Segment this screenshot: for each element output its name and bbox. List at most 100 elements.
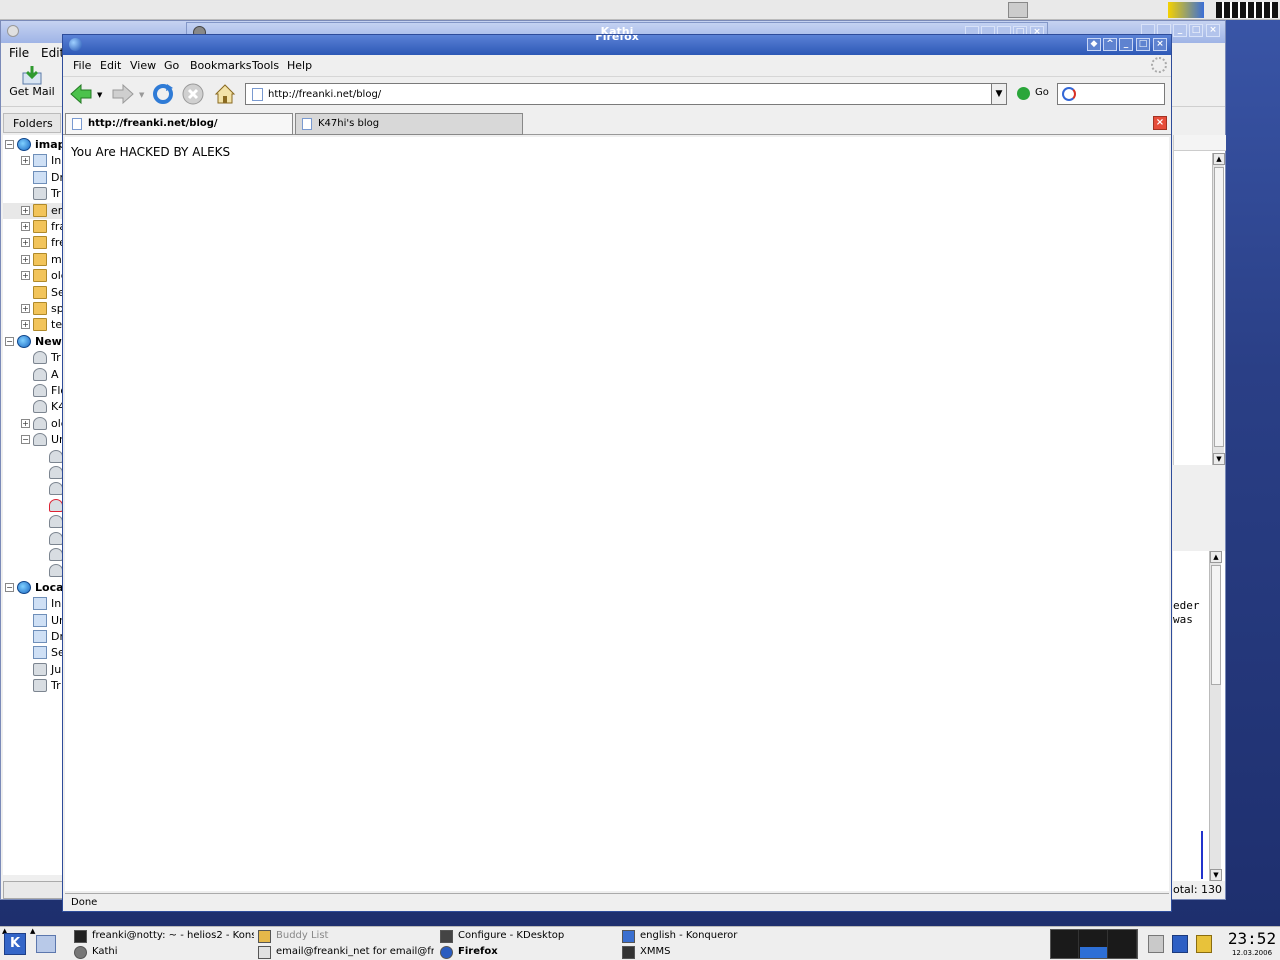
expand-icon[interactable]: + (21, 222, 30, 231)
folder-tree-item[interactable] (3, 563, 63, 579)
url-bar[interactable] (245, 83, 1005, 105)
network-monitor-icon[interactable] (1168, 2, 1204, 18)
folder-tree-item[interactable]: Un (3, 613, 63, 629)
forward-button[interactable] (111, 82, 135, 106)
folder-tree-item[interactable]: − imap (3, 137, 63, 153)
preview-scrollbar[interactable]: ▲ ▼ (1209, 551, 1222, 881)
folder-tree-item[interactable]: Tr (3, 186, 63, 202)
folder-tree-item[interactable] (3, 481, 63, 497)
scroll-thumb[interactable] (1214, 167, 1224, 447)
expand-icon[interactable]: + (21, 156, 30, 166)
folder-tree-item[interactable]: −Un (3, 432, 63, 448)
collapse-icon[interactable]: − (5, 140, 14, 149)
folder-tree-item[interactable] (3, 547, 63, 563)
clock[interactable]: 23:52 12.03.2006 (1226, 929, 1278, 959)
folder-tree-item[interactable]: +old (3, 416, 63, 432)
notes-icon[interactable] (1196, 935, 1212, 953)
close-tab-button[interactable]: × (1153, 116, 1167, 130)
expand-icon[interactable]: + (21, 254, 30, 264)
folder-tree-item[interactable]: +ter (3, 317, 63, 333)
folder-tree-item[interactable]: Se (3, 285, 63, 301)
collapse-icon[interactable]: − (5, 582, 14, 592)
scroll-down-arrow[interactable]: ▼ (1210, 869, 1222, 881)
firefox-icon[interactable] (69, 38, 82, 51)
expand-icon[interactable]: + (21, 238, 30, 248)
mail-minimize-button[interactable]: _ (1173, 24, 1187, 37)
show-desktop-button[interactable] (36, 935, 56, 953)
folder-tree-item[interactable]: Inb (3, 596, 63, 612)
folder-tree-item[interactable]: Dr (3, 629, 63, 645)
taskbar-task[interactable]: Kathi (74, 945, 254, 960)
tab-active[interactable]: http://freanki.net/blog/ (65, 113, 293, 135)
folder-tree-item[interactable] (3, 514, 63, 530)
mail-menu-edit[interactable]: Edit (41, 46, 64, 60)
folder-tree-item[interactable] (3, 498, 63, 514)
folder-tree[interactable]: −imap+InbDrTr+en+fra+fre+ma+oldSe+sp+ter… (3, 135, 63, 875)
scroll-down-arrow[interactable]: ▼ (1213, 453, 1225, 465)
back-button[interactable] (69, 82, 93, 106)
folder-tree-item[interactable]: + sp (3, 301, 63, 317)
printer-icon[interactable] (1008, 2, 1028, 18)
folder-tree-item[interactable]: − News (3, 334, 63, 350)
message-list-scrollbar[interactable]: ▲ ▼ (1212, 153, 1225, 465)
taskbar-task[interactable]: XMMS (622, 945, 798, 960)
expand-icon[interactable]: + (21, 271, 30, 281)
url-dropdown-button[interactable]: ▼ (991, 83, 1007, 105)
mail-close-button[interactable]: × (1206, 24, 1220, 37)
expand-icon[interactable]: + (21, 304, 30, 313)
folder-tree-item[interactable]: Dr (3, 170, 63, 186)
taskbar-task[interactable]: Buddy List (258, 929, 434, 945)
message-list-header[interactable] (1174, 135, 1226, 151)
folder-tree-item[interactable]: Jur (3, 662, 63, 678)
collapse-icon[interactable]: − (21, 435, 30, 445)
firefox-maximize-button[interactable]: □ (1136, 38, 1150, 51)
panel-hide-arrow[interactable]: ▲ (30, 927, 35, 935)
stop-button[interactable] (181, 82, 205, 106)
google-search-icon[interactable] (1062, 87, 1076, 101)
menu-go[interactable]: Go (164, 59, 179, 72)
folder-tree-item[interactable]: Se (3, 645, 63, 661)
volume-icon[interactable] (1148, 935, 1164, 953)
firefox-close-button[interactable]: × (1153, 38, 1167, 51)
folder-tree-item[interactable]: +old (3, 268, 63, 284)
taskbar-task[interactable]: freanki@notty: ~ - helios2 - Konsole (74, 929, 254, 945)
folder-tree-item[interactable]: K4 (3, 399, 63, 415)
expand-icon[interactable]: + (21, 418, 30, 428)
folder-tree-item[interactable]: +fre (3, 235, 63, 251)
mail-maximize-button[interactable]: □ (1189, 24, 1203, 37)
reload-button[interactable] (151, 82, 175, 106)
folder-tree-item[interactable]: + en (3, 202, 63, 219)
klipper-icon[interactable] (1172, 935, 1188, 953)
folder-tree-item[interactable]: − Loca (3, 580, 63, 596)
desktop-pager[interactable] (1050, 929, 1138, 959)
firefox-shade-button[interactable]: ^ (1103, 38, 1117, 51)
folder-tree-item[interactable] (3, 465, 63, 481)
menu-tools[interactable]: Tools (252, 59, 279, 72)
folder-tree-item[interactable]: Tr (3, 350, 63, 366)
taskbar-task[interactable]: english - Konqueror (622, 929, 798, 945)
menu-edit[interactable]: Edit (100, 59, 121, 72)
home-button[interactable] (213, 82, 237, 106)
folder-tree-item[interactable]: +ma (3, 252, 63, 268)
expand-icon[interactable]: + (21, 320, 30, 330)
folder-tree-item[interactable] (3, 531, 63, 547)
get-mail-button[interactable]: Get Mail (5, 65, 59, 105)
firefox-pin-button[interactable]: ◆ (1087, 38, 1101, 51)
menu-file[interactable]: File (73, 59, 91, 72)
folder-tree-item[interactable] (3, 449, 63, 465)
collapse-icon[interactable]: − (5, 336, 14, 346)
search-box[interactable] (1057, 83, 1165, 105)
mail-app-icon[interactable] (7, 25, 19, 37)
folder-tree-item[interactable]: +Inb (3, 153, 63, 169)
forward-history-dropdown[interactable]: ▼ (139, 91, 144, 99)
url-input[interactable] (268, 86, 968, 102)
pager-desktop[interactable] (1080, 930, 1108, 958)
expand-icon[interactable]: + (21, 205, 30, 215)
folders-header[interactable]: Folders (3, 113, 61, 133)
folder-tree-item[interactable]: Tr (3, 678, 63, 694)
taskbar-task[interactable]: Configure - KDesktop (440, 929, 616, 945)
k-menu-button[interactable]: K (4, 933, 26, 955)
menu-help[interactable]: Help (287, 59, 312, 72)
folder-tree-item[interactable]: A N (3, 367, 63, 383)
scroll-up-arrow[interactable]: ▲ (1213, 153, 1225, 165)
